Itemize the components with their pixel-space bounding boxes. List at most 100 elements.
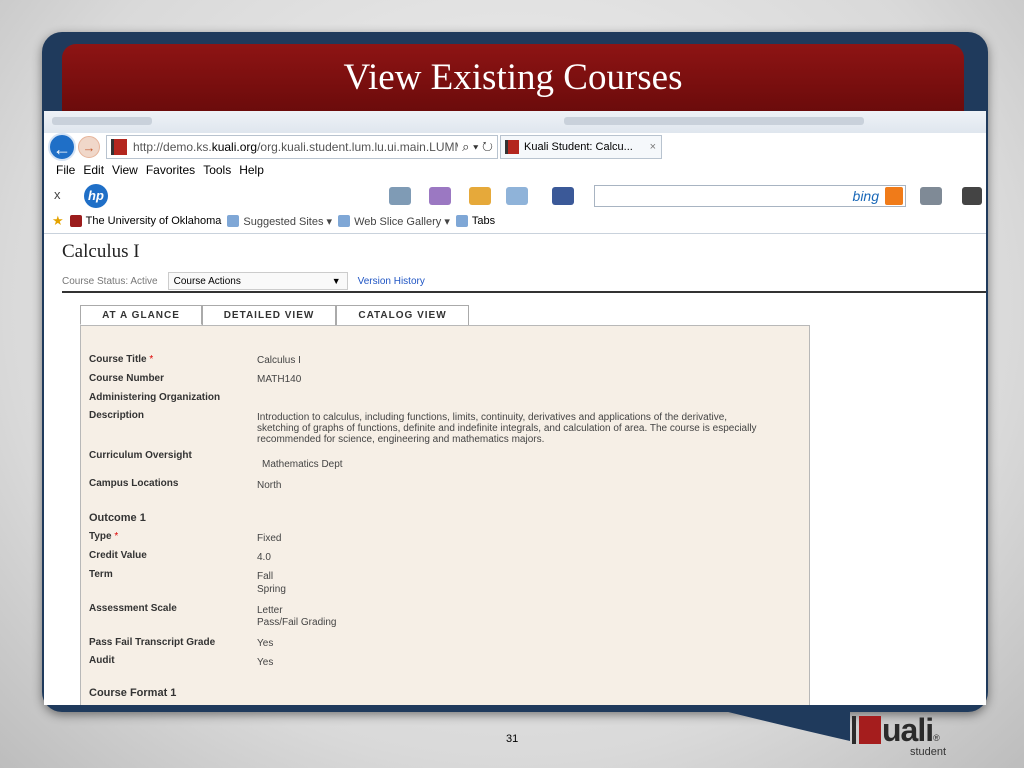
campus-locations-label: Campus Locations bbox=[89, 478, 179, 489]
window-title-strip bbox=[44, 111, 986, 133]
favorite-web-slice-label: Web Slice Gallery ▾ bbox=[354, 215, 450, 228]
slide-page-number: 31 bbox=[506, 733, 519, 745]
forward-button[interactable]: → bbox=[78, 136, 100, 158]
kuali-logo-bar bbox=[852, 716, 856, 744]
menu-edit[interactable]: Edit bbox=[83, 163, 104, 181]
kuali-logo: uali® student bbox=[852, 712, 982, 762]
page-title: Calculus I bbox=[62, 241, 140, 262]
ie-page-icon bbox=[338, 215, 351, 227]
course-actions-value: Course Actions bbox=[173, 275, 241, 287]
description-line-1: Introduction to calculus, including func… bbox=[257, 412, 728, 423]
caret-down-icon: ▼ bbox=[331, 276, 341, 286]
course-number-label: Course Number bbox=[89, 373, 165, 384]
description-label: Description bbox=[89, 410, 145, 421]
favorite-university[interactable]: The University of Oklahoma bbox=[69, 215, 222, 227]
term-label: Term bbox=[89, 569, 113, 580]
curriculum-oversight-value: Mathematics Dept bbox=[262, 459, 343, 470]
command-bar: x hp bing bbox=[44, 183, 986, 209]
menu-bar: File Edit View Favorites Tools Help bbox=[44, 163, 986, 181]
close-icon[interactable]: × bbox=[650, 141, 656, 153]
tab-catalog-view[interactable]: CATALOG VIEW bbox=[336, 305, 469, 325]
favorites-star-icon[interactable]: ★ bbox=[52, 213, 64, 229]
browser-tab[interactable]: Kuali Student: Calcu... × bbox=[500, 135, 662, 159]
course-actions-select[interactable]: Course Actions ▼ bbox=[167, 272, 348, 290]
facebook-icon[interactable] bbox=[552, 187, 574, 205]
university-favicon-icon bbox=[69, 215, 82, 227]
kuali-favicon-icon bbox=[111, 139, 127, 155]
footer-swoosh bbox=[700, 705, 850, 741]
toolbar-tool-icon[interactable] bbox=[389, 187, 411, 205]
kuali-logo-subtitle: student bbox=[910, 746, 947, 758]
tab-title: Kuali Student: Calcu... bbox=[524, 141, 633, 153]
kuali-logo-word: uali® bbox=[882, 712, 940, 748]
pass-fail-grade-value: Yes bbox=[257, 638, 274, 649]
outcome-heading: Outcome 1 bbox=[89, 512, 146, 524]
window-caption bbox=[564, 117, 864, 125]
outcome-type-value: Fixed bbox=[257, 533, 282, 544]
description-line-2: sketching of graphs of functions, defini… bbox=[257, 423, 757, 434]
term-value-2: Spring bbox=[257, 584, 286, 595]
course-status: Course Status: Active bbox=[62, 275, 158, 287]
assessment-scale-label: Assessment Scale bbox=[89, 603, 177, 614]
ie-page-icon bbox=[227, 215, 240, 227]
campus-locations-value: North bbox=[257, 480, 282, 491]
credit-value: 4.0 bbox=[257, 552, 271, 563]
menu-file[interactable]: File bbox=[56, 163, 75, 181]
footer-swoosh-shape bbox=[700, 705, 850, 741]
audit-value: Yes bbox=[257, 657, 274, 668]
favorite-suggested-label: Suggested Sites ▾ bbox=[243, 215, 333, 228]
curriculum-oversight-label: Curriculum Oversight bbox=[89, 450, 192, 461]
toolbar-extension-icon[interactable] bbox=[962, 187, 982, 205]
favorite-suggested-sites[interactable]: Suggested Sites ▾ bbox=[227, 215, 332, 228]
address-tools[interactable]: ⌕ ▾ ↻ bbox=[458, 139, 497, 155]
course-status-row: Course Status: Active Course Actions ▼ V… bbox=[62, 271, 986, 291]
menu-tools[interactable]: Tools bbox=[203, 163, 231, 181]
search-input[interactable]: bing bbox=[594, 185, 906, 207]
mail-icon[interactable] bbox=[506, 187, 528, 205]
quick-access-toolbar bbox=[52, 117, 152, 125]
credit-value-label: Credit Value bbox=[89, 550, 147, 561]
favorites-bar: ★ The University of Oklahoma Suggested S… bbox=[44, 211, 986, 231]
course-format-heading: Course Format 1 bbox=[89, 687, 177, 699]
weather-icon[interactable] bbox=[469, 187, 491, 205]
favorite-tabs-label: Tabs bbox=[471, 215, 496, 227]
description-line-3: recommended for science, engineering and… bbox=[257, 434, 545, 445]
favorite-tabs[interactable]: Tabs bbox=[455, 215, 496, 227]
tab-detailed-view[interactable]: DETAILED VIEW bbox=[202, 305, 336, 325]
outcome-type-label: Type * bbox=[89, 531, 119, 542]
slide-title: View Existing Courses bbox=[343, 57, 683, 98]
chrome-divider bbox=[44, 233, 986, 234]
admin-org-label: Administering Organization bbox=[89, 392, 221, 403]
tab-at-a-glance[interactable]: AT A GLANCE bbox=[80, 305, 202, 325]
audit-label: Audit bbox=[89, 655, 115, 666]
menu-help[interactable]: Help bbox=[239, 163, 264, 181]
toolbar-tool-icon-2[interactable] bbox=[920, 187, 942, 205]
browser-screenshot: ← → http://demo.ks.kuali.org/org.kuali.s… bbox=[44, 111, 986, 705]
back-button[interactable]: ← bbox=[48, 133, 76, 161]
favorite-web-slice-gallery[interactable]: Web Slice Gallery ▾ bbox=[338, 215, 450, 228]
toolbar-close-button[interactable]: x bbox=[54, 187, 61, 202]
address-url: http://demo.ks.kuali.org/org.kuali.stude… bbox=[133, 140, 458, 154]
pass-fail-grade-label: Pass Fail Transcript Grade bbox=[89, 637, 216, 648]
favorite-university-label: The University of Oklahoma bbox=[85, 215, 222, 227]
search-icon[interactable] bbox=[885, 187, 903, 205]
term-value-1: Fall bbox=[257, 571, 274, 582]
menu-favorites[interactable]: Favorites bbox=[146, 163, 195, 181]
arrow-left-icon: ← bbox=[53, 139, 71, 159]
page-divider bbox=[62, 291, 986, 293]
address-bar[interactable]: http://demo.ks.kuali.org/org.kuali.stude… bbox=[106, 135, 498, 159]
bing-logo: bing bbox=[852, 188, 879, 204]
course-title-value: Calculus I bbox=[257, 355, 301, 366]
course-number-value: MATH140 bbox=[257, 374, 302, 385]
kuali-favicon-icon bbox=[505, 140, 519, 154]
hp-logo-icon[interactable]: hp bbox=[84, 184, 108, 208]
arrow-right-icon: → bbox=[82, 140, 96, 155]
course-title-label: Course Title * bbox=[89, 354, 154, 365]
menu-view[interactable]: View bbox=[112, 163, 138, 181]
kuali-logo-k-icon bbox=[859, 716, 881, 744]
toolbar-app-icon[interactable] bbox=[429, 187, 451, 205]
assessment-scale-value-1: Letter bbox=[257, 605, 283, 616]
assessment-scale-value-2: Pass/Fail Grading bbox=[257, 617, 337, 628]
course-summary-panel: Course Title * Calculus I Course Number … bbox=[80, 325, 810, 705]
version-history-link[interactable]: Version History bbox=[358, 276, 425, 287]
